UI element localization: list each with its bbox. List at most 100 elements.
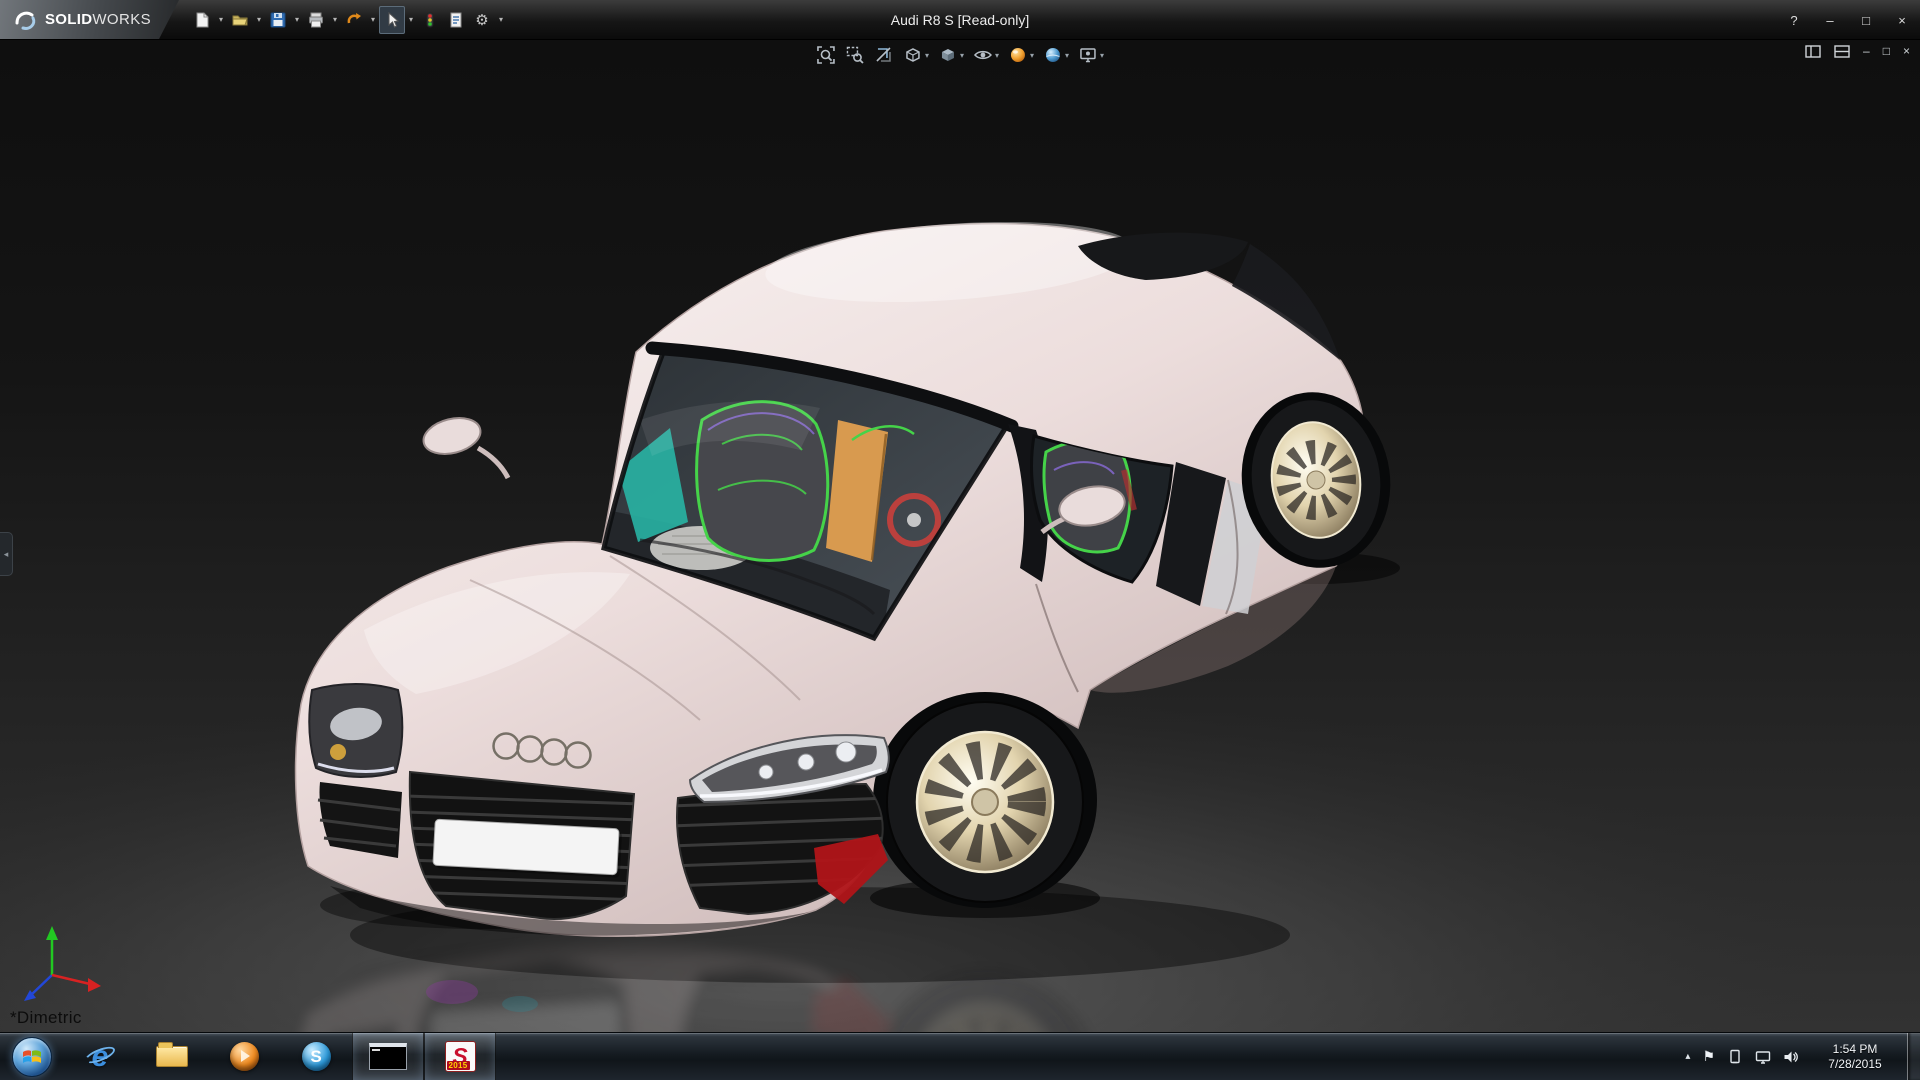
minimize-button[interactable]: –: [1822, 13, 1838, 28]
open-folder-icon: [231, 11, 249, 29]
save-dropdown[interactable]: ▾: [291, 6, 303, 34]
main-toolbar: ▾ ▾ ▾ ▾ ▾ ▾: [189, 6, 507, 34]
command-prompt-button[interactable]: [352, 1033, 424, 1080]
solidworks-brand: SOLIDWORKS: [0, 0, 179, 39]
section-view-icon: [874, 45, 894, 65]
view-orientation-button[interactable]: ▾: [901, 44, 931, 66]
display-style-dropdown[interactable]: ▾: [960, 51, 964, 60]
heads-up-view-toolbar: ▾ ▾ ▾ ▾ ▾ ▾: [814, 44, 1106, 66]
view-settings-icon: [1078, 45, 1098, 65]
file-properties-button[interactable]: [443, 6, 469, 34]
view-settings-dropdown[interactable]: ▾: [1100, 51, 1104, 60]
open-dropdown[interactable]: ▾: [253, 6, 265, 34]
select-tool-button[interactable]: [379, 6, 405, 34]
apply-scene-dropdown[interactable]: ▾: [1065, 51, 1069, 60]
window-controls: ? – □ ×: [1786, 0, 1910, 40]
save-button[interactable]: [265, 6, 291, 34]
view-settings-button[interactable]: ▾: [1076, 44, 1106, 66]
folder-icon: [156, 1046, 188, 1067]
new-document-button[interactable]: [189, 6, 215, 34]
windows-explorer-button[interactable]: [136, 1033, 208, 1080]
collapse-arrow-icon: ◂: [4, 549, 9, 560]
hide-show-items-dropdown[interactable]: ▾: [995, 51, 999, 60]
command-prompt-window-icon: [369, 1043, 407, 1070]
new-document-dropdown[interactable]: ▾: [215, 6, 227, 34]
feature-pane-icon[interactable]: [1805, 45, 1821, 58]
display-network-icon[interactable]: [1755, 1049, 1771, 1065]
internet-explorer-icon: e: [83, 1040, 117, 1074]
display-style-button[interactable]: ▾: [936, 44, 966, 66]
rebuild-button[interactable]: [417, 6, 443, 34]
doc-minimize-button[interactable]: –: [1863, 44, 1870, 58]
media-player-button[interactable]: [208, 1033, 280, 1080]
new-document-icon: [193, 11, 211, 29]
zoom-area-button[interactable]: [843, 44, 867, 66]
print-dropdown[interactable]: ▾: [329, 6, 341, 34]
close-button[interactable]: ×: [1894, 13, 1910, 28]
volume-icon[interactable]: [1783, 1049, 1799, 1065]
brand-text-light: WORKS: [92, 11, 151, 28]
taskbar: e S S 2015 ▴ ⚑ 1:5: [0, 1032, 1920, 1080]
appearance-ball-icon: [1008, 45, 1028, 65]
options-button[interactable]: ⚙: [469, 6, 495, 34]
scene-ball-icon: [1043, 45, 1063, 65]
solidworks-app-icon: S 2015: [445, 1041, 476, 1072]
doc-close-button[interactable]: ×: [1903, 44, 1910, 58]
section-view-button[interactable]: [872, 44, 896, 66]
open-button[interactable]: [227, 6, 253, 34]
skype-button[interactable]: S: [280, 1033, 352, 1080]
zoom-area-icon: [845, 45, 865, 65]
select-cursor-icon: [383, 11, 401, 29]
internet-explorer-button[interactable]: e: [64, 1033, 136, 1080]
hide-show-items-button[interactable]: ▾: [971, 44, 1001, 66]
skype-icon: S: [302, 1042, 331, 1071]
eye-icon: [973, 45, 993, 65]
media-player-icon: [230, 1042, 259, 1071]
edit-appearance-dropdown[interactable]: ▾: [1030, 51, 1034, 60]
tray-chevron-up-icon[interactable]: ▴: [1685, 1051, 1690, 1062]
rebuild-icon: [421, 11, 439, 29]
view-orientation-label: *Dimetric: [10, 1008, 82, 1028]
save-icon: [269, 11, 287, 29]
display-style-icon: [938, 45, 958, 65]
help-button[interactable]: ?: [1786, 13, 1802, 28]
undo-button[interactable]: [341, 6, 367, 34]
windows-flag-icon: [22, 1048, 42, 1066]
print-icon: [307, 11, 325, 29]
undo-icon: [345, 11, 363, 29]
apply-scene-button[interactable]: ▾: [1041, 44, 1071, 66]
solidworks-version-badge: 2015: [447, 1061, 470, 1070]
document-window-controls: – □ ×: [1805, 44, 1910, 58]
viewport-canvas[interactable]: [0, 0, 1920, 1080]
tray-date: 7/28/2015: [1811, 1057, 1899, 1072]
windows-start-orb-icon: [12, 1037, 52, 1077]
edit-appearance-button[interactable]: ▾: [1006, 44, 1036, 66]
solidworks-taskbar-button[interactable]: S 2015: [424, 1033, 496, 1080]
start-button[interactable]: [0, 1033, 64, 1080]
zoom-fit-button[interactable]: [814, 44, 838, 66]
undo-dropdown[interactable]: ▾: [367, 6, 379, 34]
action-center-flag-icon[interactable]: ⚑: [1702, 1048, 1715, 1065]
left-headlight: [309, 684, 402, 777]
doc-restore-button[interactable]: □: [1883, 44, 1890, 58]
options-gear-icon: ⚙: [475, 11, 488, 29]
display-pane-icon[interactable]: [1834, 45, 1850, 58]
solidworks-logo-icon: [12, 7, 38, 33]
show-desktop-button[interactable]: [1907, 1033, 1920, 1080]
tray-clock[interactable]: 1:54 PM 7/28/2015: [1811, 1042, 1899, 1072]
panel-collapse-tab[interactable]: ◂: [0, 532, 13, 576]
tray-time: 1:54 PM: [1811, 1042, 1899, 1057]
select-tool-dropdown[interactable]: ▾: [405, 6, 417, 34]
options-dropdown[interactable]: ▾: [495, 6, 507, 34]
view-orientation-dropdown[interactable]: ▾: [925, 51, 929, 60]
front-wheel: [873, 692, 1097, 908]
brand-text-bold: SOLID: [45, 11, 92, 28]
device-icon[interactable]: [1727, 1049, 1743, 1065]
zoom-fit-icon: [816, 45, 836, 65]
maximize-button[interactable]: □: [1858, 13, 1874, 28]
titlebar: SOLIDWORKS ▾ ▾ ▾ ▾ ▾: [0, 0, 1920, 40]
system-tray: ▴ ⚑ 1:54 PM 7/28/2015: [1685, 1033, 1903, 1080]
file-properties-icon: [447, 11, 465, 29]
view-orientation-icon: [903, 45, 923, 65]
print-button[interactable]: [303, 6, 329, 34]
